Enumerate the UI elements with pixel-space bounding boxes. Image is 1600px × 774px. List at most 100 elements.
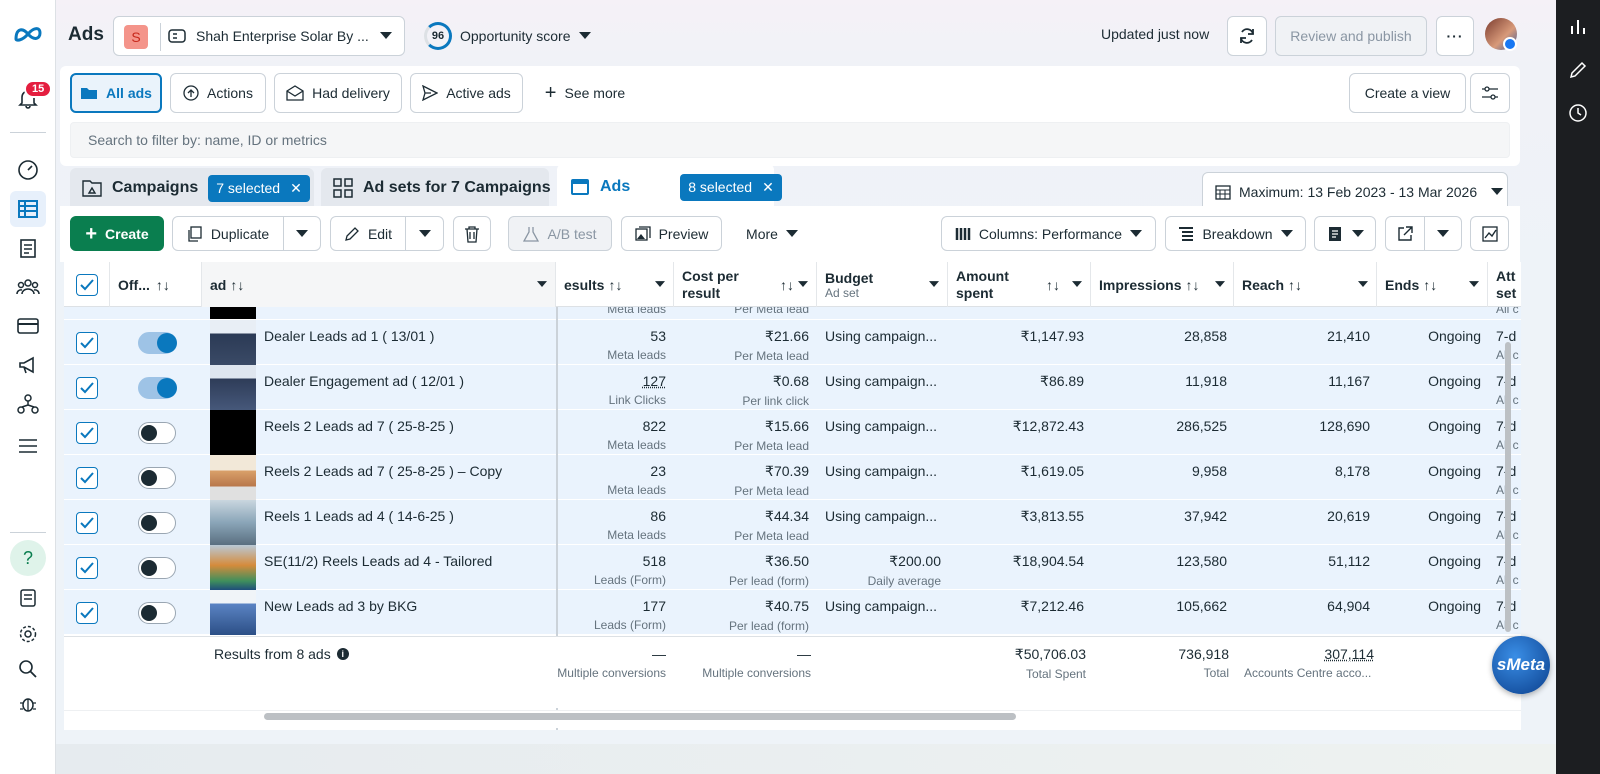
ad-name-link[interactable]: Reels 2 Leads ad 7 ( 25-8-25 ): [264, 418, 454, 434]
columns-button[interactable]: Columns: Performance: [941, 216, 1156, 251]
all-ads-filter[interactable]: All ads: [70, 73, 162, 113]
header-ad-name[interactable]: ad ↑↓: [202, 262, 556, 307]
row-on-off-toggle[interactable]: [138, 512, 176, 534]
chevron-down-icon[interactable]: [655, 281, 665, 288]
settings-gear-icon[interactable]: [10, 616, 46, 652]
chevron-down-icon[interactable]: [537, 281, 547, 288]
edit-dropdown[interactable]: [405, 216, 444, 251]
totals-reach-value[interactable]: 307,114: [1324, 646, 1374, 662]
tab-adsets[interactable]: Ad sets for 7 Campaigns: [333, 173, 551, 203]
sort-icon[interactable]: ↑↓: [230, 277, 244, 293]
tab-ads[interactable]: Ads 8 selected ✕: [570, 172, 782, 202]
row-on-off-toggle[interactable]: [138, 377, 177, 399]
chevron-down-icon[interactable]: [929, 281, 939, 288]
ad-thumbnail[interactable]: [210, 320, 256, 365]
row-checkbox[interactable]: [76, 557, 98, 579]
chevron-down-icon[interactable]: [798, 281, 808, 288]
breakdown-button[interactable]: Breakdown: [1165, 216, 1306, 251]
table-row[interactable]: Reels 1 Leads ad 4 ( 14-6-25 ) 86 Meta l…: [64, 500, 1521, 545]
header-results[interactable]: esults ↑↓: [556, 262, 674, 307]
export-dropdown[interactable]: [1424, 216, 1462, 251]
create-view-button[interactable]: Create a view: [1349, 73, 1466, 113]
header-reach[interactable]: Reach ↑↓: [1234, 262, 1377, 307]
ad-thumbnail[interactable]: [210, 410, 256, 455]
ad-name-link[interactable]: Dealer Engagement ad ( 12/01 ): [264, 373, 464, 389]
help-icon[interactable]: ?: [10, 540, 46, 576]
sort-icon[interactable]: ↑↓: [608, 277, 622, 293]
chevron-down-icon[interactable]: [1358, 281, 1368, 288]
ad-thumbnail[interactable]: [210, 500, 256, 545]
actions-filter[interactable]: Actions: [170, 73, 266, 113]
header-budget[interactable]: Budget Ad set: [817, 262, 948, 307]
bug-report-icon[interactable]: [10, 686, 46, 722]
sort-icon[interactable]: ↑↓: [1423, 277, 1437, 293]
ads-manager-table-icon[interactable]: [10, 191, 46, 227]
more-button[interactable]: More: [732, 216, 812, 251]
table-row[interactable]: Reels 2 Leads ad 7 ( 25-8-25 ) – Copy 23…: [64, 455, 1521, 500]
header-attribution[interactable]: Att set: [1488, 262, 1521, 307]
row-checkbox[interactable]: [76, 602, 98, 624]
business-tools-icon[interactable]: [10, 386, 46, 422]
ad-thumbnail[interactable]: [210, 365, 256, 410]
sort-icon[interactable]: ↑↓: [1185, 277, 1199, 293]
row-checkbox[interactable]: [76, 332, 98, 354]
opportunity-score-button[interactable]: 96 Opportunity score: [424, 16, 610, 56]
close-icon[interactable]: ✕: [762, 179, 774, 196]
row-on-off-toggle[interactable]: [138, 332, 177, 354]
billing-card-icon[interactable]: [10, 308, 46, 344]
row-on-off-toggle[interactable]: [138, 602, 176, 624]
ads-selected-pill[interactable]: 8 selected ✕: [680, 173, 782, 201]
preview-button[interactable]: Preview: [621, 216, 722, 251]
row-checkbox[interactable]: [76, 377, 98, 399]
pages-icon[interactable]: [10, 230, 46, 266]
table-row[interactable]: Dealer Leads ad 1 ( 13/01 ) 53 Meta lead…: [64, 320, 1521, 365]
ad-thumbnail[interactable]: [210, 590, 256, 635]
ad-name-link[interactable]: New Leads ad 3 by BKG: [264, 598, 417, 614]
ad-name-link[interactable]: Reels 2 Leads ad 7 ( 25-8-25 ) – Copy: [264, 463, 502, 479]
row-checkbox[interactable]: [76, 422, 98, 444]
search-filter-input[interactable]: Search to filter by: name, ID or metrics: [70, 122, 1510, 158]
row-on-off-toggle[interactable]: [138, 557, 176, 579]
header-off-on[interactable]: Off... ↑↓: [110, 262, 202, 307]
account-selector[interactable]: S Shah Enterprise Solar By ...: [113, 16, 405, 56]
horizontal-scrollbar-thumb[interactable]: [264, 713, 1016, 720]
header-impressions[interactable]: Impressions ↑↓: [1091, 262, 1234, 307]
more-options-button[interactable]: ···: [1436, 16, 1474, 56]
ad-name-link[interactable]: SE(11/2) Reels Leads ad 4 - Tailored: [264, 553, 492, 569]
audiences-icon[interactable]: [10, 269, 46, 305]
ad-thumbnail[interactable]: [210, 545, 256, 590]
tab-campaigns[interactable]: Campaigns 7 selected ✕: [82, 173, 310, 203]
history-clock-icon[interactable]: [1568, 103, 1588, 123]
meta-logo-icon[interactable]: [10, 16, 46, 52]
chevron-down-icon[interactable]: [1072, 281, 1082, 288]
export-button[interactable]: [1385, 216, 1425, 251]
chevron-down-icon[interactable]: [1215, 281, 1225, 288]
row-checkbox[interactable]: [76, 467, 98, 489]
edit-button[interactable]: Edit: [330, 216, 406, 251]
megaphone-icon[interactable]: [10, 347, 46, 383]
select-all-checkbox[interactable]: [75, 273, 98, 296]
see-more-filter[interactable]: + See more: [533, 73, 637, 113]
ab-test-button[interactable]: A/B test: [508, 216, 612, 251]
chevron-down-icon[interactable]: [1469, 281, 1479, 288]
close-icon[interactable]: ✕: [290, 180, 302, 197]
review-publish-button[interactable]: Review and publish: [1275, 16, 1427, 56]
duplicate-dropdown[interactable]: [283, 216, 321, 251]
pencil-icon[interactable]: [1568, 60, 1588, 80]
table-row[interactable]: New Leads ad 3 by BKG 177 Leads (Form) ₹…: [64, 590, 1521, 635]
active-ads-filter[interactable]: Active ads: [410, 73, 523, 113]
info-icon[interactable]: i: [336, 648, 349, 660]
row-checkbox[interactable]: [76, 512, 98, 534]
filter-settings-button[interactable]: [1470, 73, 1510, 113]
header-cost-per-result[interactable]: Cost per result ↑↓: [674, 262, 817, 307]
table-row[interactable]: Reels 2 Leads ad 7 ( 25-8-25 ) 822 Meta …: [64, 410, 1521, 455]
refresh-button[interactable]: [1227, 16, 1267, 56]
dashboard-gauge-icon[interactable]: [10, 152, 46, 188]
create-button[interactable]: + Create: [70, 216, 164, 251]
table-row[interactable]: SE(11/2) Reels Leads ad 4 - Tailored 518…: [64, 545, 1521, 590]
row-on-off-toggle[interactable]: [138, 467, 176, 489]
header-select-all[interactable]: [64, 262, 110, 307]
table-row[interactable]: Dealer Engagement ad ( 12/01 ) 127 Link …: [64, 365, 1521, 410]
delete-button[interactable]: [453, 216, 491, 251]
had-delivery-filter[interactable]: Had delivery: [274, 73, 402, 113]
